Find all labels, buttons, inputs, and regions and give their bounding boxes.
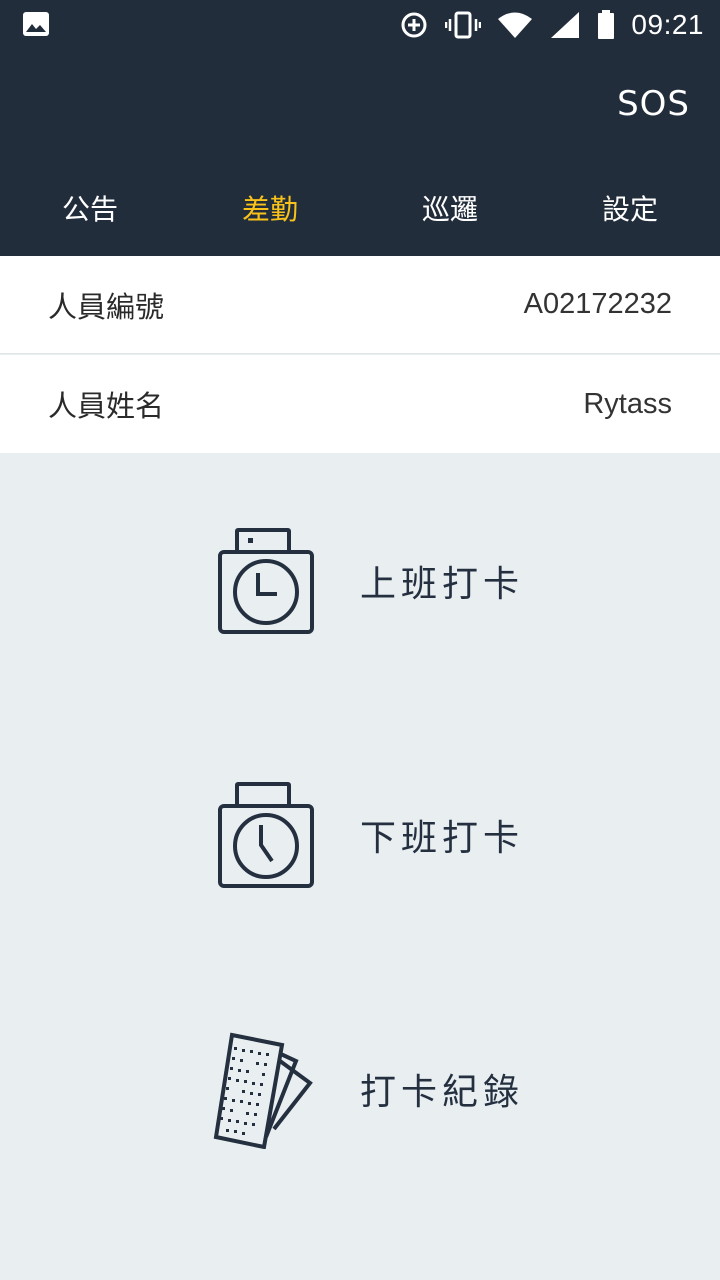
status-bar: 09:21 [0, 0, 720, 50]
tab-patrol[interactable]: 巡邏 [360, 180, 540, 240]
clock-in-icon [210, 521, 320, 641]
clock-in-button[interactable]: 上班打卡 [210, 516, 550, 646]
image-icon [23, 12, 49, 36]
employee-id-label: 人員編號 [48, 289, 165, 324]
clock-out-button[interactable]: 下班打卡 [210, 770, 550, 900]
tab-bar: 公告 差勤 巡邏 設定 [0, 180, 720, 240]
clock-out-label: 下班打卡 [360, 818, 525, 859]
battery-icon [598, 10, 615, 39]
employee-id-row: 人員編號 A02172232 [0, 256, 720, 354]
clock-out-icon [210, 775, 320, 895]
tab-announcements[interactable]: 公告 [0, 180, 180, 240]
tab-settings[interactable]: 設定 [540, 180, 720, 240]
employee-name-label: 人員姓名 [48, 389, 165, 423]
signal-icon [551, 12, 580, 38]
wifi-icon [498, 12, 533, 38]
data-saver-icon [401, 12, 427, 38]
punch-cards-icon [210, 1029, 320, 1149]
status-time: 09:21 [631, 9, 704, 40]
clock-in-label: 上班打卡 [360, 564, 525, 605]
employee-id-value: A02172232 [523, 288, 672, 320]
employee-name-value: Rytass [583, 387, 672, 420]
punch-record-button[interactable]: 打卡紀錄 [210, 1024, 550, 1154]
tab-attendance[interactable]: 差勤 [180, 180, 360, 240]
employee-name-row: 人員姓名 Rytass [0, 355, 720, 453]
sos-button[interactable]: SOS [617, 84, 690, 124]
punch-record-label: 打卡紀錄 [360, 1072, 525, 1113]
app-header: 09:21 SOS 公告 差勤 巡邏 設定 [0, 0, 720, 256]
vibrate-icon [445, 11, 482, 39]
